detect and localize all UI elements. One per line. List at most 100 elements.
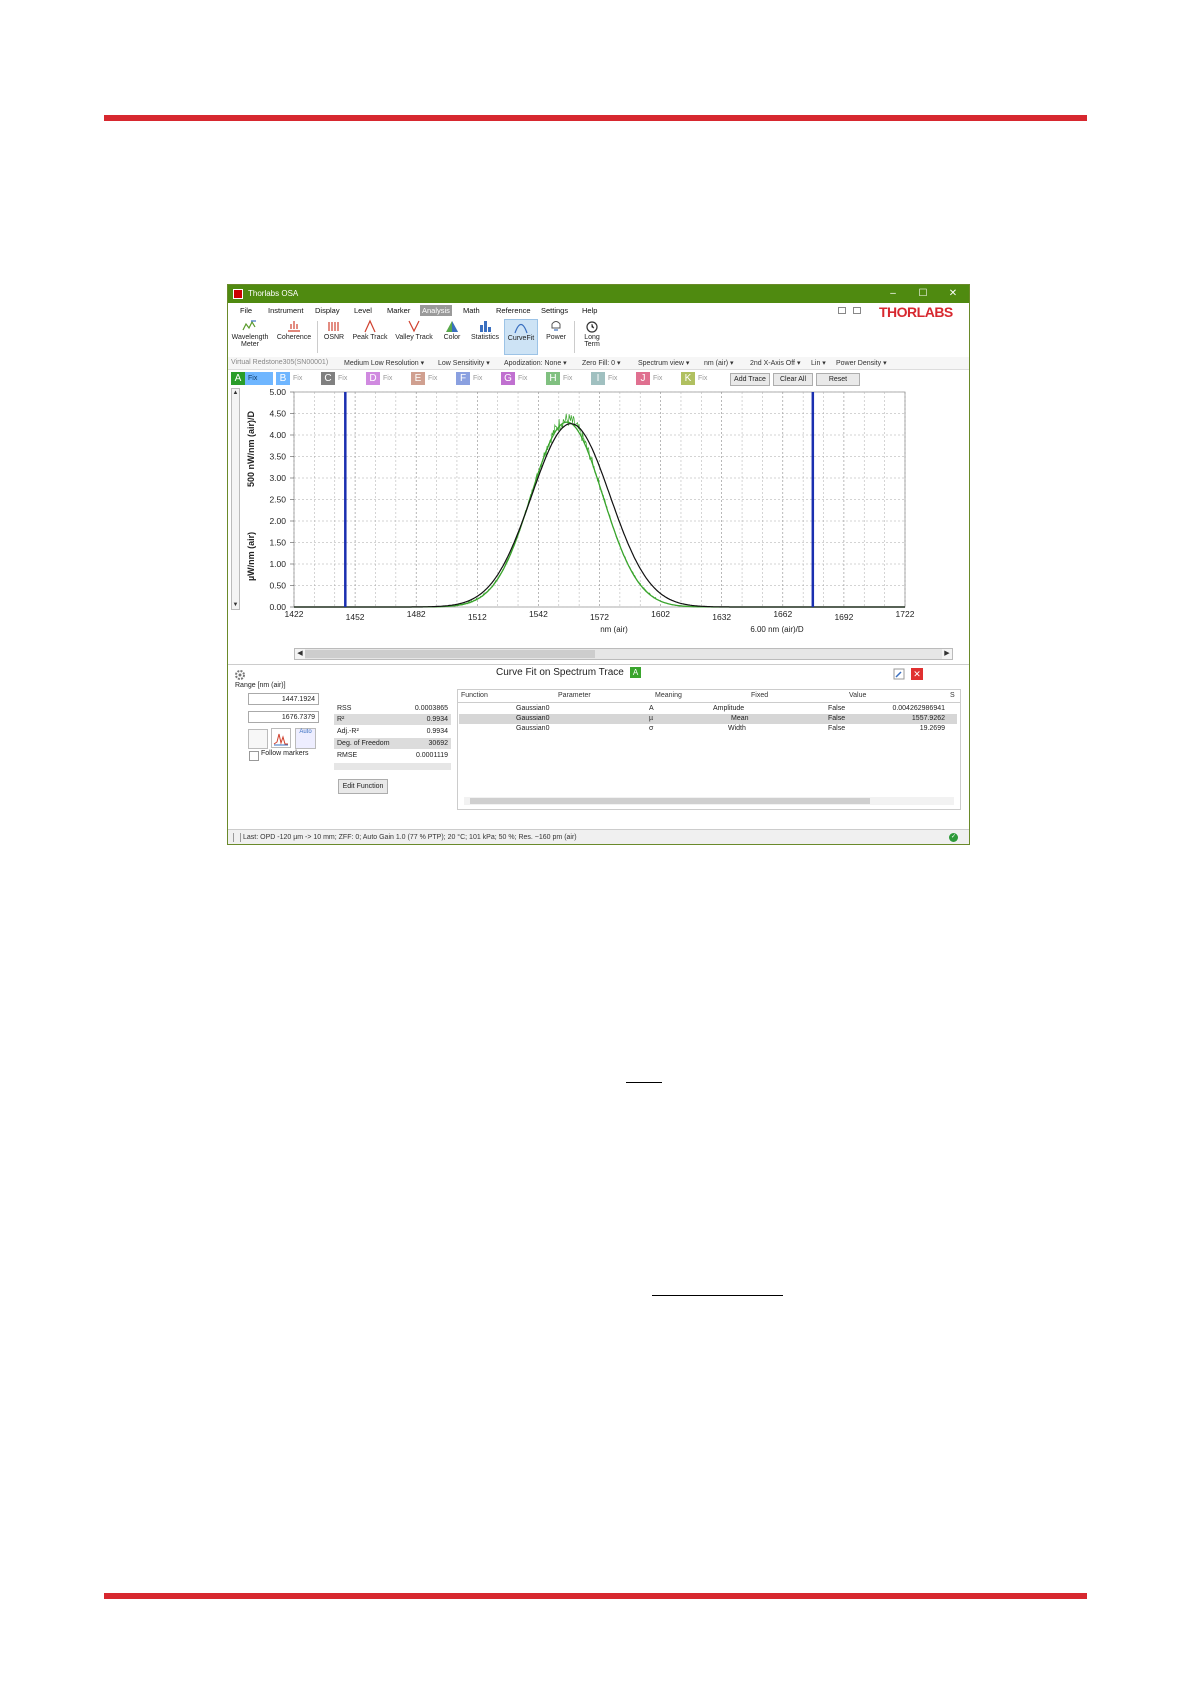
table-row[interactable]: Gaussian0 σ Width False 19.2699 xyxy=(459,724,957,734)
tool-long-term[interactable]: Long Term xyxy=(578,319,606,355)
apodization-dropdown[interactable]: Apodization: None ▾ xyxy=(504,359,567,367)
tool-peak-track[interactable]: Peak Track xyxy=(350,319,390,355)
scroll-up-icon[interactable]: ▲ xyxy=(232,389,239,397)
x-tick-label: 1692 xyxy=(834,612,853,622)
zero-fill-dropdown[interactable]: Zero Fill: 0 ▾ xyxy=(582,359,621,367)
range-from-field[interactable]: 1447.1924 xyxy=(248,693,319,705)
tool-label: CurveFit xyxy=(507,335,535,342)
menu-display[interactable]: Display xyxy=(315,306,340,315)
range-to-field[interactable]: 1676.7379 xyxy=(248,711,319,723)
y-tick-label: 5.00 xyxy=(269,387,286,397)
sensitivity-dropdown[interactable]: Low Sensitivity ▾ xyxy=(438,359,490,367)
menu-file[interactable]: File xyxy=(240,306,252,315)
menu-instrument[interactable]: Instrument xyxy=(268,306,303,315)
scroll-down-icon[interactable]: ▼ xyxy=(232,601,239,609)
stat-row: Adj.-R² 0.9934 xyxy=(334,726,451,737)
fix-toggle[interactable]: Fix xyxy=(515,372,543,385)
fix-toggle[interactable]: Fix xyxy=(470,372,498,385)
clear-all-button[interactable]: Clear All xyxy=(773,373,813,386)
export-icon[interactable] xyxy=(893,668,905,680)
view-dropdown[interactable]: Spectrum view ▾ xyxy=(638,359,689,367)
column-header[interactable]: Meaning xyxy=(655,692,682,699)
add-trace-button[interactable]: Add Trace xyxy=(730,373,770,386)
auto-label: Auto xyxy=(299,729,312,735)
tool-curvefit[interactable]: CurveFit xyxy=(504,319,538,355)
tool-label: Wavelength Meter xyxy=(231,334,269,348)
fullscreen-icon[interactable] xyxy=(838,307,846,314)
reset-button[interactable]: Reset xyxy=(816,373,860,386)
menu-help[interactable]: Help xyxy=(582,306,597,315)
column-header[interactable]: Function xyxy=(461,692,488,699)
close-icon[interactable]: ✕ xyxy=(941,287,965,301)
cell-value: 19.2699 xyxy=(919,725,945,732)
stat-value: 0.9934 xyxy=(426,716,448,723)
column-header[interactable]: S xyxy=(950,692,955,699)
fix-toggle[interactable]: Fix xyxy=(650,372,678,385)
fix-toggle[interactable]: Fix xyxy=(335,372,363,385)
valley-track-icon xyxy=(408,320,420,333)
horizontal-scrollbar[interactable]: ◀ ▶ xyxy=(294,648,953,660)
column-header[interactable]: Value xyxy=(849,692,866,699)
menu-level[interactable]: Level xyxy=(354,306,372,315)
table-scroll-thumb[interactable] xyxy=(470,798,870,804)
y-tick-label: 0.50 xyxy=(269,581,286,591)
fix-toggle[interactable]: Fix xyxy=(425,372,453,385)
panel-close-icon[interactable]: ✕ xyxy=(911,668,923,680)
tool-label: Long Term xyxy=(584,334,600,348)
resolution-dropdown[interactable]: Medium Low Resolution ▾ xyxy=(344,359,424,367)
menu-reference[interactable]: Reference xyxy=(496,306,531,315)
window-restore-icon[interactable] xyxy=(853,307,861,314)
menu-analysis[interactable]: Analysis xyxy=(420,305,452,316)
trace-letter: C xyxy=(321,372,335,385)
window-title: Thorlabs OSA xyxy=(248,289,299,298)
tool-label: Statistics xyxy=(470,334,499,341)
scroll-thumb[interactable] xyxy=(305,650,595,658)
stat-key: Adj.-R² xyxy=(337,728,359,735)
auto-range-button[interactable]: Auto xyxy=(295,728,316,749)
analysis-toolbar: Wavelength Meter Coherence OSNR Peak Tra… xyxy=(228,317,969,358)
menu-marker[interactable]: Marker xyxy=(387,306,410,315)
maximize-icon[interactable]: ☐ xyxy=(911,287,935,301)
tool-valley-track[interactable]: Valley Track xyxy=(392,319,436,355)
table-row[interactable]: Gaussian0 A Amplitude False 0.0042629869… xyxy=(459,704,957,714)
fix-toggle[interactable]: Fix xyxy=(290,372,318,385)
scale-dropdown[interactable]: Lin ▾ xyxy=(811,359,826,367)
power-density-dropdown[interactable]: Power Density ▾ xyxy=(836,359,887,367)
follow-markers-checkbox[interactable] xyxy=(249,751,259,761)
column-header[interactable]: Parameter xyxy=(558,692,591,699)
spectrum-range-icon[interactable] xyxy=(271,728,291,748)
scroll-left-icon[interactable]: ◀ xyxy=(295,649,305,659)
fix-toggle[interactable]: Fix xyxy=(560,372,588,385)
fix-toggle[interactable]: Fix xyxy=(245,372,273,385)
tool-color[interactable]: Color xyxy=(438,319,466,355)
stat-key: Deg. of Freedom xyxy=(337,740,390,747)
unit-dropdown[interactable]: nm (air) ▾ xyxy=(704,359,734,367)
menu-settings[interactable]: Settings xyxy=(541,306,568,315)
blank-toggle[interactable] xyxy=(248,729,268,749)
status-text: Last: OPD -120 µm -> 10 mm; ZFF: 0; Auto… xyxy=(243,834,577,841)
menu-math[interactable]: Math xyxy=(463,306,480,315)
tool-wavelength-meter[interactable]: Wavelength Meter xyxy=(230,319,270,355)
table-row[interactable]: Gaussian0 µ Mean False 1557.9262 xyxy=(459,714,957,724)
tool-power[interactable]: Power xyxy=(540,319,572,355)
scroll-right-icon[interactable]: ▶ xyxy=(942,649,952,659)
x-tick-label: 1452 xyxy=(346,612,365,622)
y-tick-label: 4.50 xyxy=(269,409,286,419)
second-axis-dropdown[interactable]: 2nd X-Axis Off ▾ xyxy=(750,359,800,367)
settings-gear-icon[interactable] xyxy=(233,668,247,682)
tool-coherence[interactable]: Coherence xyxy=(274,319,314,355)
fix-toggle[interactable]: Fix xyxy=(605,372,633,385)
fix-toggle[interactable]: Fix xyxy=(380,372,408,385)
peak-track-icon xyxy=(364,319,376,333)
minimize-icon[interactable]: – xyxy=(881,287,905,301)
fix-toggle[interactable]: Fix xyxy=(695,372,723,385)
vertical-scrollbar[interactable]: ▲ ▼ xyxy=(231,388,240,610)
edit-function-button[interactable]: Edit Function xyxy=(338,779,388,794)
table-hscrollbar[interactable] xyxy=(464,797,954,805)
tool-statistics[interactable]: Statistics xyxy=(468,319,502,355)
stat-value: 0.0003865 xyxy=(414,705,448,712)
stats-scrollbar[interactable] xyxy=(334,763,451,770)
column-header[interactable]: Fixed xyxy=(751,692,768,699)
tool-osnr[interactable]: OSNR xyxy=(320,319,348,355)
spectrum-chart[interactable]: 0.000.501.001.502.002.503.003.504.004.50… xyxy=(228,386,969,676)
